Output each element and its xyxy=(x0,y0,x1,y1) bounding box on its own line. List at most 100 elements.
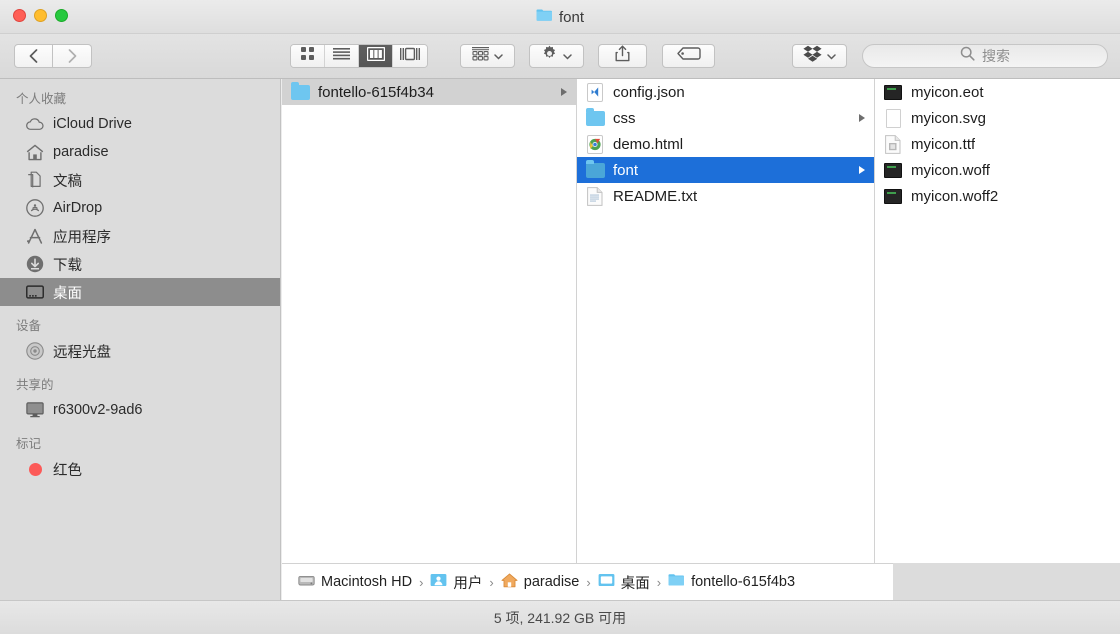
file-name: demo.html xyxy=(613,135,684,153)
list-item[interactable]: font xyxy=(577,157,874,183)
chevron-down-icon xyxy=(827,47,836,65)
column-view-button[interactable] xyxy=(359,45,393,67)
breadcrumb-label: paradise xyxy=(523,574,580,590)
tag-icon xyxy=(676,47,701,65)
sidebar-item-downloads[interactable]: 下载 xyxy=(0,250,280,278)
breadcrumb: Macintosh HD › 用户 › paradise › 桌面 › font… xyxy=(282,563,893,600)
sidebar-item-airdrop[interactable]: AirDrop xyxy=(0,194,280,222)
sidebar-item-icloud-drive[interactable]: iCloud Drive xyxy=(0,110,280,138)
tag-button[interactable] xyxy=(662,44,715,68)
arrange-button[interactable] xyxy=(460,44,515,68)
column-1: fontello-615f4b34 xyxy=(282,79,577,563)
sidebar-item-desktop[interactable]: 桌面 xyxy=(0,278,280,306)
disc-icon xyxy=(26,342,44,360)
sidebar-item-r6300v2-9ad6[interactable]: r6300v2-9ad6 xyxy=(0,396,280,424)
harddisk-icon xyxy=(298,573,315,592)
list-item[interactable]: demo.html xyxy=(577,131,874,157)
home-icon xyxy=(26,143,44,161)
text-file-icon xyxy=(585,186,605,206)
gallery-icon xyxy=(400,47,420,66)
action-menu-button[interactable] xyxy=(529,44,584,68)
back-button[interactable] xyxy=(14,44,53,68)
desktop-icon xyxy=(26,283,44,301)
red-tag-dot xyxy=(26,460,44,478)
gallery-view-button[interactable] xyxy=(393,45,427,67)
sidebar-item-remote-disc[interactable]: 远程光盘 xyxy=(0,337,280,365)
list-item[interactable]: myicon.eot xyxy=(875,79,1119,105)
dropbox-icon xyxy=(803,45,822,67)
file-name: myicon.svg xyxy=(911,109,987,127)
sidebar-section-tags-header: 标记 xyxy=(16,437,42,451)
documents-icon xyxy=(26,171,44,189)
file-name: myicon.woff2 xyxy=(911,187,999,205)
list-view-button[interactable] xyxy=(325,45,359,67)
sidebar-item-applications[interactable]: 应用程序 xyxy=(0,222,280,250)
forward-button[interactable] xyxy=(53,44,92,68)
chevron-down-icon xyxy=(494,47,503,65)
list-item[interactable]: myicon.svg xyxy=(875,105,1119,131)
list-item[interactable]: fontello-615f4b34 xyxy=(282,79,576,105)
breadcrumb-label: Macintosh HD xyxy=(321,574,413,590)
display-icon xyxy=(26,401,44,419)
applications-icon xyxy=(26,227,44,245)
list-item[interactable]: config.json xyxy=(577,79,874,105)
list-icon xyxy=(333,47,350,65)
search-field[interactable]: 搜索 xyxy=(862,44,1108,68)
sidebar-item-label: 应用程序 xyxy=(53,229,111,246)
breadcrumb-label: 桌面 xyxy=(620,575,650,592)
sidebar-item-label: 红色 xyxy=(53,462,82,479)
users-folder-icon xyxy=(430,573,447,591)
list-item[interactable]: myicon.ttf xyxy=(875,131,1119,157)
blank-file-icon xyxy=(883,108,903,128)
icon-view-button[interactable] xyxy=(291,45,325,67)
window-title-label: font xyxy=(558,8,585,26)
folder-icon xyxy=(585,107,605,128)
file-name: css xyxy=(613,109,636,127)
finder-window: font 搜索 个人收藏 iCloud Drive paradise 文稿 Ai… xyxy=(0,0,1120,634)
column-browser: fontello-615f4b34 config.json css demo.h… xyxy=(282,79,1120,563)
sidebar-item-red-tag[interactable]: 红色 xyxy=(0,455,280,483)
toolbar: 搜索 xyxy=(0,34,1120,79)
binary-file-icon xyxy=(883,160,903,180)
title-bar: font xyxy=(0,0,1120,34)
breadcrumb-item-desktop[interactable]: 桌面 xyxy=(598,572,650,593)
binary-file-icon xyxy=(883,186,903,206)
columns-icon xyxy=(366,46,385,66)
breadcrumb-separator: › xyxy=(586,574,591,590)
desktop-folder-icon xyxy=(598,573,615,591)
breadcrumb-item-macintosh-hd[interactable]: Macintosh HD xyxy=(298,573,412,592)
breadcrumb-label: 用户 xyxy=(453,575,483,592)
sidebar-item-label: 下载 xyxy=(53,257,82,274)
file-name: myicon.eot xyxy=(911,83,984,101)
chevron-down-icon xyxy=(563,47,572,65)
chrome-file-icon xyxy=(585,134,605,154)
column-3: myicon.eot myicon.svg myicon.ttf myicon.… xyxy=(875,79,1119,563)
sidebar-item-label: r6300v2-9ad6 xyxy=(53,402,143,418)
list-item[interactable]: myicon.woff xyxy=(875,157,1119,183)
share-icon xyxy=(615,45,630,67)
list-item[interactable]: myicon.woff2 xyxy=(875,183,1119,209)
dropbox-button[interactable] xyxy=(792,44,847,68)
file-name: fontello-615f4b34 xyxy=(318,83,434,101)
search-placeholder: 搜索 xyxy=(982,48,1010,64)
icon-grid-icon xyxy=(300,46,315,66)
folder-icon xyxy=(668,573,685,591)
share-button[interactable] xyxy=(598,44,647,68)
gear-icon xyxy=(541,45,558,67)
sidebar-section-devices-header: 设备 xyxy=(16,319,42,333)
status-text: 5 项, 241.92 GB 可用 xyxy=(493,609,627,626)
list-item[interactable]: README.txt xyxy=(577,183,874,209)
list-item[interactable]: css xyxy=(577,105,874,131)
file-name: myicon.woff xyxy=(911,161,990,179)
disclosure-arrow-icon xyxy=(859,166,865,174)
folder-icon xyxy=(536,8,553,26)
folder-icon xyxy=(585,159,605,180)
arrange-icon xyxy=(472,46,489,66)
breadcrumb-label: fontello-615f4b3 xyxy=(691,574,796,590)
sidebar-item-paradise[interactable]: paradise xyxy=(0,138,280,166)
breadcrumb-item-users[interactable]: 用户 xyxy=(430,572,482,593)
breadcrumb-item-paradise[interactable]: paradise xyxy=(501,573,580,592)
sidebar-item-documents[interactable]: 文稿 xyxy=(0,166,280,194)
breadcrumb-item-fontello[interactable]: fontello-615f4b3 xyxy=(668,573,795,591)
binary-file-icon xyxy=(883,82,903,102)
